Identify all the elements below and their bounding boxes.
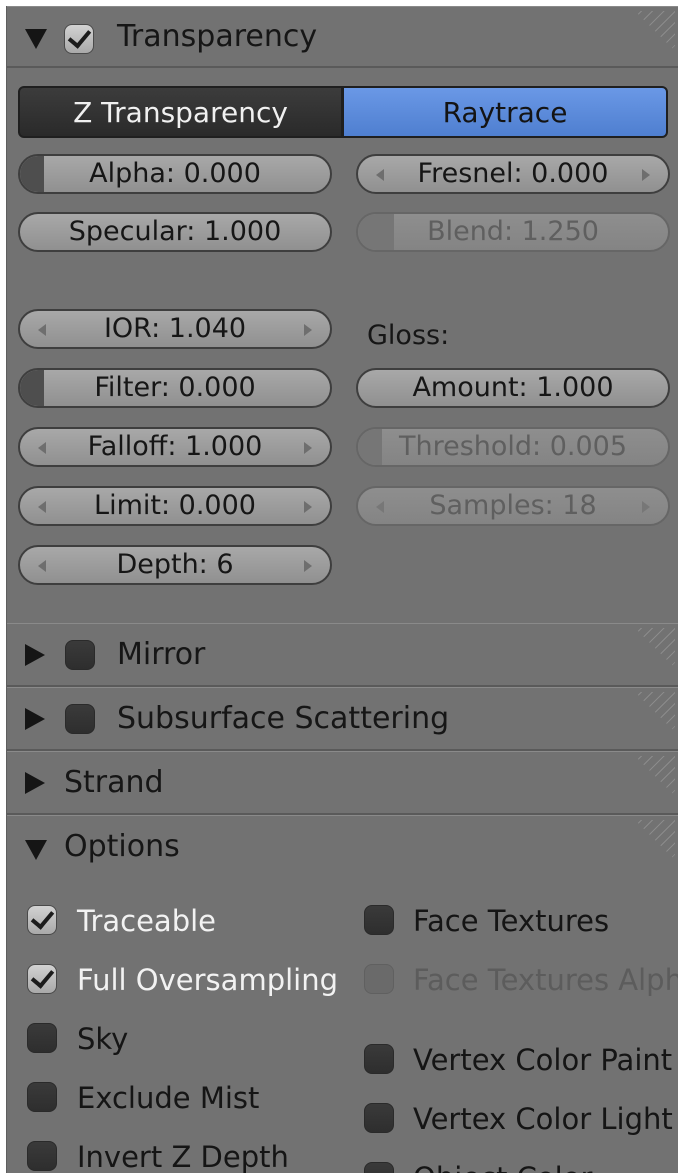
blend-slider-fill <box>358 214 394 250</box>
object-color-checkbox[interactable] <box>364 1162 394 1173</box>
filter-value: Filter: 0.000 <box>94 372 256 403</box>
sky-label: Sky <box>77 1022 129 1056</box>
panel-drag-grip-icon[interactable] <box>635 628 675 668</box>
expand-triangle-icon[interactable] <box>25 772 45 794</box>
vertex-color-paint-checkbox[interactable] <box>364 1044 394 1074</box>
face-textures-label: Face Textures <box>413 904 610 938</box>
exclude-mist-label: Exclude Mist <box>77 1081 260 1115</box>
subsurface-scattering-header[interactable]: Subsurface Scattering <box>7 687 678 751</box>
blend-value: Blend: 1.250 <box>427 216 599 247</box>
traceable-label: Traceable <box>77 904 217 938</box>
panel-drag-grip-icon[interactable] <box>635 820 675 860</box>
strand-title: Strand <box>64 765 164 800</box>
expand-triangle-icon[interactable] <box>25 708 45 730</box>
face-textures-alpha-label: Face Textures Alph <box>413 963 678 997</box>
fresnel-value: Fresnel: 0.000 <box>417 158 609 189</box>
full-oversampling-label: Full Oversampling <box>77 963 338 997</box>
specular-slider[interactable]: Specular: 1.000 <box>18 212 332 252</box>
decrement-arrow-icon[interactable] <box>38 324 46 336</box>
threshold-slider-fill <box>358 429 382 465</box>
collapse-triangle-icon[interactable] <box>25 29 47 49</box>
panel-drag-grip-icon[interactable] <box>635 11 675 51</box>
ior-value: IOR: 1.040 <box>103 313 247 344</box>
ior-field[interactable]: IOR: 1.040 <box>18 309 332 349</box>
depth-value: Depth: 6 <box>116 549 234 580</box>
transparency-header[interactable]: Transparency <box>7 6 678 68</box>
decrement-arrow-icon[interactable] <box>376 169 384 181</box>
invert-z-depth-label: Invert Z Depth <box>77 1140 289 1173</box>
gloss-threshold-slider[interactable]: Threshold: 0.005 <box>356 427 670 467</box>
material-properties-panel: Transparency Z Transparency Raytrace Alp… <box>6 6 678 1173</box>
gloss-threshold-value: Threshold: 0.005 <box>398 431 628 462</box>
increment-arrow-icon[interactable] <box>304 560 312 572</box>
subsurface-scattering-title: Subsurface Scattering <box>117 701 450 736</box>
vertex-color-light-label: Vertex Color Light <box>413 1102 673 1136</box>
gloss-samples-field[interactable]: Samples: 18 <box>356 486 670 526</box>
vertex-color-paint-label: Vertex Color Paint <box>413 1043 673 1077</box>
invert-z-depth-checkbox[interactable] <box>27 1141 57 1171</box>
gloss-amount-slider[interactable]: Amount: 1.000 <box>356 368 670 408</box>
fresnel-field[interactable]: Fresnel: 0.000 <box>356 154 670 194</box>
decrement-arrow-icon[interactable] <box>38 501 46 513</box>
specular-value: Specular: 1.000 <box>68 216 282 247</box>
gloss-amount-value: Amount: 1.000 <box>412 372 614 403</box>
traceable-checkbox[interactable] <box>27 905 57 935</box>
mirror-title: Mirror <box>117 637 206 672</box>
sky-checkbox[interactable] <box>27 1023 57 1053</box>
transparency-checkbox[interactable] <box>64 24 94 54</box>
panel-drag-grip-icon[interactable] <box>635 692 675 732</box>
transparency-title: Transparency <box>117 19 318 54</box>
mirror-header[interactable]: Mirror <box>7 623 678 687</box>
full-oversampling-checkbox[interactable] <box>27 964 57 994</box>
filter-slider[interactable]: Filter: 0.000 <box>18 368 332 408</box>
exclude-mist-checkbox[interactable] <box>27 1082 57 1112</box>
increment-arrow-icon[interactable] <box>304 442 312 454</box>
limit-value: Limit: 0.000 <box>94 490 256 521</box>
gloss-label: Gloss: <box>367 320 450 351</box>
face-textures-alpha-checkbox[interactable] <box>364 964 394 994</box>
options-header[interactable]: Options <box>7 815 678 879</box>
falloff-value: Falloff: 1.000 <box>87 431 263 462</box>
face-textures-checkbox[interactable] <box>364 905 394 935</box>
collapse-triangle-icon[interactable] <box>25 840 47 860</box>
alpha-slider[interactable]: Alpha: 0.000 <box>18 154 332 194</box>
vertex-color-light-checkbox[interactable] <box>364 1103 394 1133</box>
raytrace-button[interactable]: Raytrace <box>342 86 668 138</box>
alpha-value: Alpha: 0.000 <box>89 158 261 189</box>
decrement-arrow-icon[interactable] <box>376 501 384 513</box>
blend-slider[interactable]: Blend: 1.250 <box>356 212 670 252</box>
increment-arrow-icon[interactable] <box>304 324 312 336</box>
increment-arrow-icon[interactable] <box>642 501 650 513</box>
filter-slider-fill <box>20 370 44 406</box>
strand-header[interactable]: Strand <box>7 751 678 815</box>
decrement-arrow-icon[interactable] <box>38 442 46 454</box>
alpha-slider-fill <box>20 156 44 192</box>
falloff-field[interactable]: Falloff: 1.000 <box>18 427 332 467</box>
increment-arrow-icon[interactable] <box>642 169 650 181</box>
options-title: Options <box>64 829 180 864</box>
panel-drag-grip-icon[interactable] <box>635 756 675 796</box>
expand-triangle-icon[interactable] <box>25 644 45 666</box>
increment-arrow-icon[interactable] <box>304 501 312 513</box>
limit-field[interactable]: Limit: 0.000 <box>18 486 332 526</box>
object-color-label: Object Color <box>413 1161 592 1173</box>
gloss-samples-value: Samples: 18 <box>429 490 597 521</box>
z-transparency-button[interactable]: Z Transparency <box>18 86 343 138</box>
depth-field[interactable]: Depth: 6 <box>18 545 332 585</box>
subsurface-scattering-checkbox[interactable] <box>65 704 95 734</box>
decrement-arrow-icon[interactable] <box>38 560 46 572</box>
mirror-checkbox[interactable] <box>65 640 95 670</box>
